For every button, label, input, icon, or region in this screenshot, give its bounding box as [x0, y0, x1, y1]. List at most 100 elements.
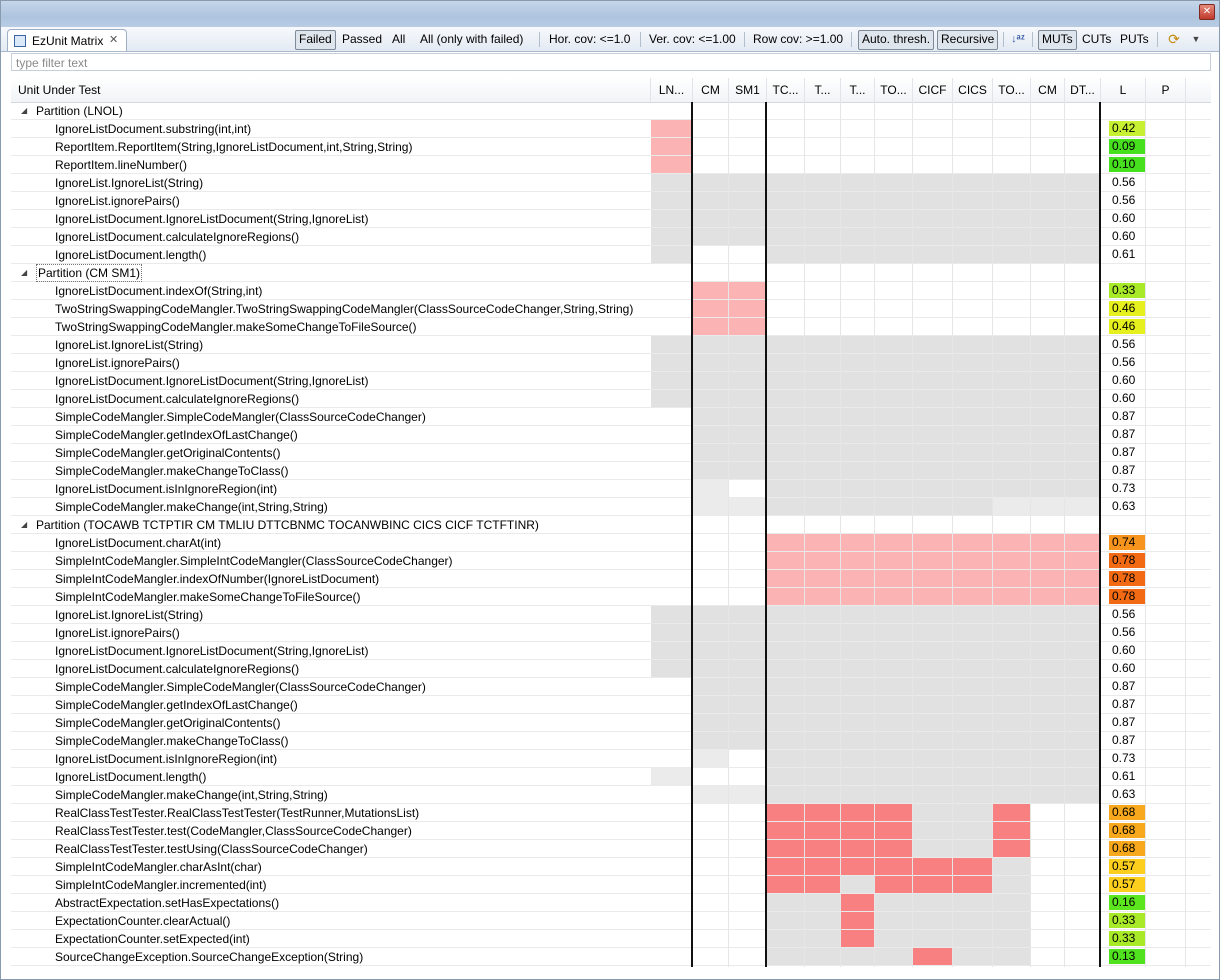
matrix-cell[interactable]: [913, 822, 953, 839]
matrix-cell[interactable]: [953, 786, 993, 803]
matrix-cell[interactable]: [875, 858, 913, 875]
matrix-cell[interactable]: [729, 282, 767, 299]
matrix-cell[interactable]: [875, 390, 913, 407]
matrix-cell[interactable]: [913, 192, 953, 209]
matrix-cell[interactable]: [913, 714, 953, 731]
matrix-cell[interactable]: [953, 714, 993, 731]
matrix-cell[interactable]: [767, 732, 805, 749]
matrix-cell[interactable]: [841, 444, 875, 461]
matrix-cell[interactable]: [1065, 408, 1101, 425]
table-row[interactable]: 0.33 ExpectationCounter.setExpected(int): [11, 930, 1211, 948]
table-row[interactable]: 0.60 IgnoreListDocument.IgnoreListDocumen…: [11, 372, 1211, 390]
matrix-cell[interactable]: [805, 876, 841, 893]
matrix-cell[interactable]: [805, 912, 841, 929]
matrix-cell[interactable]: [953, 192, 993, 209]
matrix-cell[interactable]: [651, 192, 693, 209]
matrix-cell[interactable]: [729, 678, 767, 695]
matrix-cell[interactable]: [693, 642, 729, 659]
matrix-cell[interactable]: [913, 408, 953, 425]
matrix-cell[interactable]: [767, 876, 805, 893]
matrix-cell[interactable]: [805, 426, 841, 443]
matrix-cell[interactable]: [841, 408, 875, 425]
view-tab[interactable]: EzUnit Matrix ✕: [7, 29, 127, 51]
matrix-cell[interactable]: [953, 246, 993, 263]
matrix-cell[interactable]: [693, 480, 729, 497]
matrix-cell[interactable]: [729, 462, 767, 479]
matrix-cell[interactable]: [767, 372, 805, 389]
table-row[interactable]: 0.57 SimpleIntCodeMangler.charAsInt(char): [11, 858, 1211, 876]
matrix-cell[interactable]: [651, 138, 693, 155]
matrix-cell[interactable]: [913, 948, 953, 965]
matrix-cell[interactable]: [1031, 408, 1065, 425]
matrix-cell[interactable]: [693, 282, 729, 299]
table-row[interactable]: 0.56 IgnoreList.IgnoreList(String): [11, 336, 1211, 354]
matrix-cell[interactable]: [1031, 498, 1065, 515]
matrix-cell[interactable]: [993, 192, 1031, 209]
table-row[interactable]: 0.46 TwoStringSwappingCodeMangler.makeSom…: [11, 318, 1211, 336]
matrix-cell[interactable]: [993, 696, 1031, 713]
matrix-cell[interactable]: [805, 732, 841, 749]
matrix-cell[interactable]: [767, 210, 805, 227]
matrix-cell[interactable]: [993, 390, 1031, 407]
matrix-cell[interactable]: [841, 768, 875, 785]
matrix-cell[interactable]: [993, 750, 1031, 767]
matrix-cell[interactable]: [1031, 642, 1065, 659]
matrix-cell[interactable]: [993, 660, 1031, 677]
matrix-cell[interactable]: [729, 210, 767, 227]
matrix-cell[interactable]: [729, 642, 767, 659]
matrix-cell[interactable]: [993, 372, 1031, 389]
matrix-cell[interactable]: [953, 930, 993, 947]
matrix-cell[interactable]: [841, 894, 875, 911]
matrix-cell[interactable]: [767, 840, 805, 857]
matrix-cell[interactable]: [767, 588, 805, 605]
matrix-cell[interactable]: [805, 822, 841, 839]
matrix-cell[interactable]: [805, 624, 841, 641]
matrix-cell[interactable]: [767, 912, 805, 929]
matrix-cell[interactable]: [1031, 750, 1065, 767]
matrix-cell[interactable]: [841, 534, 875, 551]
matrix-cell[interactable]: [651, 390, 693, 407]
matrix-cell[interactable]: [1065, 390, 1101, 407]
matrix-cell[interactable]: [875, 840, 913, 857]
matrix-cell[interactable]: [953, 768, 993, 785]
matrix-cell[interactable]: [875, 210, 913, 227]
matrix-cell[interactable]: [913, 228, 953, 245]
table-row[interactable]: 0.60 IgnoreListDocument.calculateIgnoreRe…: [11, 228, 1211, 246]
matrix-cell[interactable]: [767, 660, 805, 677]
matrix-cell[interactable]: [993, 552, 1031, 569]
matrix-cell[interactable]: [767, 570, 805, 587]
table-row[interactable]: 0.87 SimpleCodeMangler.getOriginalContent…: [11, 444, 1211, 462]
matrix-cell[interactable]: [913, 336, 953, 353]
matrix-cell[interactable]: [1065, 678, 1101, 695]
column-header[interactable]: T...: [805, 78, 841, 102]
matrix-cell[interactable]: [993, 246, 1031, 263]
expand-triangle-icon[interactable]: ◢: [21, 102, 27, 120]
matrix-cell[interactable]: [693, 336, 729, 353]
matrix-cell[interactable]: [767, 336, 805, 353]
partition-row[interactable]: ◢ Partition (CM SM1): [11, 264, 1211, 282]
matrix-cell[interactable]: [767, 534, 805, 551]
matrix-cell[interactable]: [805, 588, 841, 605]
matrix-cell[interactable]: [841, 624, 875, 641]
matrix-cell[interactable]: [805, 750, 841, 767]
matrix-cell[interactable]: [841, 192, 875, 209]
matrix-cell[interactable]: [841, 462, 875, 479]
matrix-cell[interactable]: [913, 174, 953, 191]
table-row[interactable]: 0.56 IgnoreList.ignorePairs(): [11, 192, 1211, 210]
matrix-cell[interactable]: [651, 606, 693, 623]
matrix-cell[interactable]: [805, 174, 841, 191]
matrix-cell[interactable]: [1031, 678, 1065, 695]
matrix-cell[interactable]: [875, 750, 913, 767]
matrix-cell[interactable]: [913, 696, 953, 713]
matrix-cell[interactable]: [875, 660, 913, 677]
matrix-cell[interactable]: [993, 804, 1031, 821]
matrix-cell[interactable]: [993, 228, 1031, 245]
matrix-cell[interactable]: [1065, 660, 1101, 677]
matrix-cell[interactable]: [693, 462, 729, 479]
matrix-cell[interactable]: [805, 606, 841, 623]
matrix-cell[interactable]: [767, 426, 805, 443]
matrix-cell[interactable]: [953, 480, 993, 497]
matrix-cell[interactable]: [767, 786, 805, 803]
muts-button[interactable]: MUTs: [1038, 30, 1077, 50]
matrix-cell[interactable]: [913, 768, 953, 785]
